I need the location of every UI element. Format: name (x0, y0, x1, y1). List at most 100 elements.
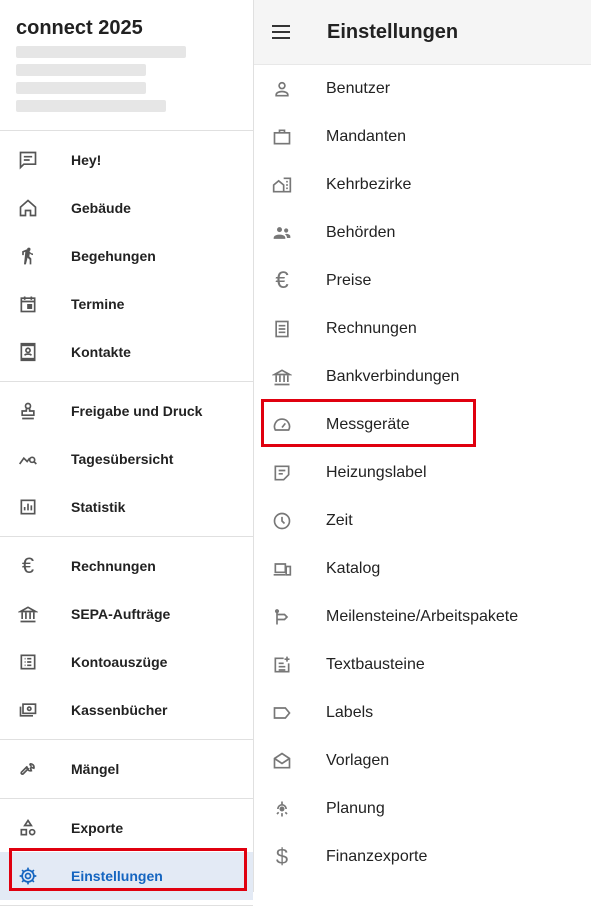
dollar-icon: $ (275, 844, 289, 869)
sidebar-item-statistik[interactable]: Statistik (0, 483, 253, 531)
sidebar-item-label: Freigabe und Druck (71, 403, 203, 419)
sidebar-item-label: Tagesübersicht (71, 451, 174, 467)
sidebar-item-exporte[interactable]: Exporte (0, 804, 253, 852)
settings-item-label: Messgeräte (326, 416, 410, 433)
person-icon (270, 77, 294, 101)
nav-group: Hey! Gebäude Begehungen Termine Kontakte (0, 131, 253, 382)
euro-icon: € (275, 267, 289, 294)
redacted-text (16, 64, 146, 76)
settings-item-rechnungen[interactable]: Rechnungen (254, 305, 591, 353)
app-window: connect 2025 Hey! Gebäude Begehungen Ter… (0, 0, 591, 906)
sidebar-item-kassenbuecher[interactable]: Kassenbücher (0, 686, 253, 734)
settings-item-label: Planung (326, 800, 385, 817)
settings-item-behoerden[interactable]: Behörden (254, 209, 591, 257)
sidebar-item-label: Kontakte (71, 344, 131, 360)
settings-item-label: Mandanten (326, 128, 407, 145)
sidebar-item-sepa-auftraege[interactable]: SEPA-Aufträge (0, 590, 253, 638)
sidebar-item-label: Mängel (71, 761, 120, 777)
shapes-icon (16, 816, 40, 840)
list-icon (16, 650, 40, 674)
label-icon (270, 701, 294, 725)
settings-item-label: Behörden (326, 224, 396, 241)
wrench-icon (16, 757, 40, 781)
settings-item-zeit[interactable]: Zeit (254, 497, 591, 545)
settings-item-textbausteine[interactable]: Textbausteine (254, 641, 591, 689)
sidebar-item-kontoauszuege[interactable]: Kontoauszüge (0, 638, 253, 686)
receipt-icon (270, 317, 294, 341)
sidebar-item-freigabe-und-druck[interactable]: Freigabe und Druck (0, 387, 253, 435)
settings-item-vorlagen[interactable]: Vorlagen (254, 737, 591, 785)
settings-item-heizungslabel[interactable]: Heizungslabel (254, 449, 591, 497)
chart-icon (16, 495, 40, 519)
sidebar-item-tagesuebersicht[interactable]: Tagesübersicht (0, 435, 253, 483)
note-icon (270, 461, 294, 485)
message-icon (16, 148, 40, 172)
nav-group: Freigabe und Druck Tagesübersicht Statis… (0, 382, 253, 537)
sidebar-item-begehungen[interactable]: Begehungen (0, 232, 253, 280)
settings-item-label: Rechnungen (326, 320, 417, 337)
settings-item-label: Benutzer (326, 80, 391, 97)
gauge-icon (270, 413, 294, 437)
settings-item-label: Heizungslabel (326, 464, 427, 481)
brand-header: connect 2025 (0, 0, 253, 131)
settings-item-finanzexporte[interactable]: $ Finanzexporte (254, 833, 591, 881)
settings-item-meilensteine[interactable]: Meilensteine/Arbeitspakete (254, 593, 591, 641)
cash-icon (16, 698, 40, 722)
sidebar-item-label: SEPA-Aufträge (71, 606, 171, 622)
settings-item-label: Zeit (326, 512, 353, 529)
hamburger-menu-icon[interactable] (272, 20, 298, 44)
settings-item-planung[interactable]: Planung (254, 785, 591, 833)
settings-item-kehrbezirke[interactable]: Kehrbezirke (254, 161, 591, 209)
sidebar-item-termine[interactable]: Termine (0, 280, 253, 328)
settings-item-label: Finanzexporte (326, 848, 428, 865)
settings-item-label: Katalog (326, 560, 381, 577)
sidebar-item-gebaeude[interactable]: Gebäude (0, 184, 253, 232)
settings-list: Benutzer Mandanten Kehrbezirke Behörden … (254, 65, 591, 881)
sidebar-item-label: Begehungen (71, 248, 156, 264)
stamp-icon (16, 399, 40, 423)
sidebar-item-kontakte[interactable]: Kontakte (0, 328, 253, 376)
redacted-text (16, 46, 186, 58)
settings-item-mandanten[interactable]: Mandanten (254, 113, 591, 161)
settings-item-labels[interactable]: Labels (254, 689, 591, 737)
top-bar: Einstellungen (254, 0, 591, 65)
settings-item-benutzer[interactable]: Benutzer (254, 65, 591, 113)
sidebar-item-label: Einstellungen (71, 868, 163, 884)
sidebar-item-label: Hey! (71, 152, 102, 168)
briefcase-icon (270, 125, 294, 149)
calendar-icon (16, 292, 40, 316)
sidebar-item-rechnungen[interactable]: € Rechnungen (0, 542, 253, 590)
settings-item-label: Vorlagen (326, 752, 390, 769)
settings-item-label: Textbausteine (326, 656, 425, 673)
bank-icon (270, 365, 294, 389)
walk-icon (16, 244, 40, 268)
settings-item-label: Labels (326, 704, 374, 721)
group-icon (270, 221, 294, 245)
bank-icon (16, 602, 40, 626)
settings-item-label: Bankverbindungen (326, 368, 460, 385)
note-add-icon (270, 653, 294, 677)
settings-item-preise[interactable]: € Preise (254, 257, 591, 305)
sidebar-item-label: Rechnungen (71, 558, 156, 574)
planning-icon (270, 797, 294, 821)
main-content: Einstellungen Benutzer Mandanten Kehrbez… (254, 0, 591, 892)
settings-item-messgeraete[interactable]: Messgeräte (254, 401, 591, 449)
sidebar-item-label: Statistik (71, 499, 126, 515)
nav-group: Exporte Einstellungen (0, 799, 253, 906)
nav-group: Mängel (0, 740, 253, 799)
settings-item-label: Meilensteine/Arbeitspakete (326, 608, 519, 625)
sidebar-item-label: Exporte (71, 820, 124, 836)
settings-item-bankverbindungen[interactable]: Bankverbindungen (254, 353, 591, 401)
settings-item-label: Preise (326, 272, 372, 289)
sidebar-item-hey[interactable]: Hey! (0, 136, 253, 184)
clock-icon (270, 509, 294, 533)
home-icon (16, 196, 40, 220)
settings-item-katalog[interactable]: Katalog (254, 545, 591, 593)
nav-group: € Rechnungen SEPA-Aufträge Kontoauszüge (0, 537, 253, 740)
sidebar-item-maengel[interactable]: Mängel (0, 745, 253, 793)
gear-icon (16, 864, 40, 888)
app-title: connect 2025 (16, 17, 143, 39)
sidebar-item-einstellungen[interactable]: Einstellungen (0, 852, 253, 900)
sidebar-item-label: Kontoauszüge (71, 654, 168, 670)
redacted-text (16, 82, 146, 94)
